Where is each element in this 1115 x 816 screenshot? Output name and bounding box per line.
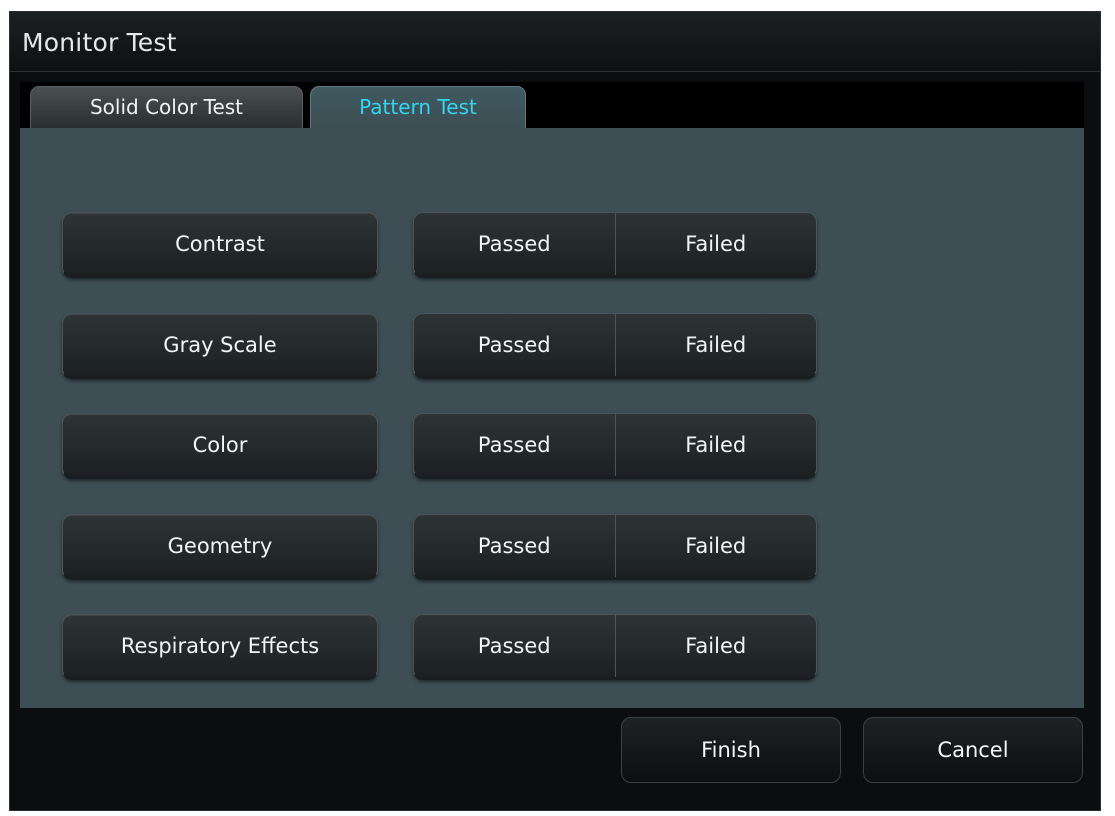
contrast-passed-button[interactable]: Passed [414, 213, 615, 275]
contrast-button[interactable]: Contrast [62, 212, 378, 278]
gray-scale-button[interactable]: Gray Scale [62, 313, 378, 379]
gray-scale-passed-button[interactable]: Passed [414, 314, 615, 376]
tab-pattern-test[interactable]: Pattern Test [310, 86, 526, 128]
respiratory-effects-failed-button[interactable]: Failed [614, 615, 816, 677]
tab-solid-color-test[interactable]: Solid Color Test [30, 86, 303, 128]
color-button[interactable]: Color [62, 413, 378, 479]
respiratory-effects-passed-button[interactable]: Passed [414, 615, 615, 677]
title-bar: Monitor Test [10, 12, 1100, 72]
geometry-button[interactable]: Geometry [62, 514, 378, 580]
geometry-result-toggle: Passed Failed [413, 514, 817, 580]
test-row-geometry: Geometry Passed Failed [20, 514, 1084, 580]
test-row-contrast: Contrast Passed Failed [20, 212, 1084, 278]
finish-button[interactable]: Finish [621, 717, 841, 783]
color-failed-button[interactable]: Failed [614, 414, 816, 476]
respiratory-effects-button[interactable]: Respiratory Effects [62, 614, 378, 680]
test-row-color: Color Passed Failed [20, 413, 1084, 479]
contrast-failed-button[interactable]: Failed [614, 213, 816, 275]
window-title: Monitor Test [22, 28, 177, 57]
color-passed-button[interactable]: Passed [414, 414, 615, 476]
cancel-button[interactable]: Cancel [863, 717, 1083, 783]
respiratory-effects-result-toggle: Passed Failed [413, 614, 817, 680]
monitor-test-dialog: Monitor Test Solid Color Test Pattern Te… [9, 11, 1101, 811]
geometry-passed-button[interactable]: Passed [414, 515, 615, 577]
test-row-respiratory-effects: Respiratory Effects Passed Failed [20, 614, 1084, 680]
color-result-toggle: Passed Failed [413, 413, 817, 479]
gray-scale-result-toggle: Passed Failed [413, 313, 817, 379]
pattern-test-panel: Contrast Passed Failed Gray Scale Passed… [20, 128, 1084, 708]
geometry-failed-button[interactable]: Failed [614, 515, 816, 577]
test-row-gray-scale: Gray Scale Passed Failed [20, 313, 1084, 379]
contrast-result-toggle: Passed Failed [413, 212, 817, 278]
tab-strip: Solid Color Test Pattern Test [20, 82, 1084, 128]
gray-scale-failed-button[interactable]: Failed [614, 314, 816, 376]
